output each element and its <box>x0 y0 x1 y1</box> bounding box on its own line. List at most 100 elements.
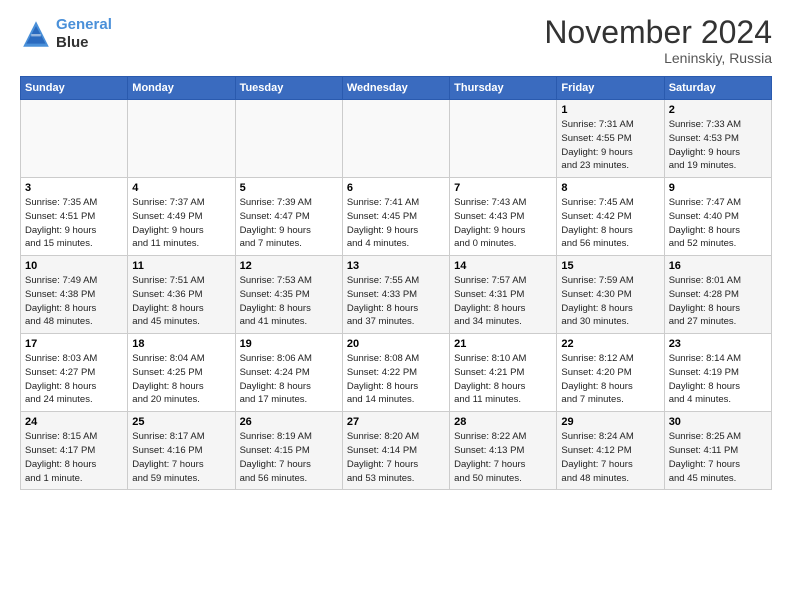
logo-text: General Blue <box>56 16 112 52</box>
day-number: 8 <box>561 182 659 194</box>
day-info: Sunrise: 7:39 AM Sunset: 4:47 PM Dayligh… <box>240 196 338 251</box>
calendar-week-5: 24 Sunrise: 8:15 AM Sunset: 4:17 PM Dayli… <box>21 412 772 490</box>
day-number: 2 <box>669 104 767 116</box>
calendar-cell: 7 Sunrise: 7:43 AM Sunset: 4:43 PM Daylig… <box>450 178 557 256</box>
calendar-header: SundayMondayTuesdayWednesdayThursdayFrid… <box>21 77 772 100</box>
day-number: 6 <box>347 182 445 194</box>
day-number: 21 <box>454 338 552 350</box>
day-info: Sunrise: 7:51 AM Sunset: 4:36 PM Dayligh… <box>132 274 230 329</box>
day-number: 4 <box>132 182 230 194</box>
calendar-cell <box>235 100 342 178</box>
calendar-week-3: 10 Sunrise: 7:49 AM Sunset: 4:38 PM Dayli… <box>21 256 772 334</box>
day-number: 16 <box>669 260 767 272</box>
day-number: 29 <box>561 416 659 428</box>
calendar-cell: 4 Sunrise: 7:37 AM Sunset: 4:49 PM Daylig… <box>128 178 235 256</box>
calendar-cell: 8 Sunrise: 7:45 AM Sunset: 4:42 PM Daylig… <box>557 178 664 256</box>
day-number: 18 <box>132 338 230 350</box>
day-number: 7 <box>454 182 552 194</box>
day-info: Sunrise: 8:25 AM Sunset: 4:11 PM Dayligh… <box>669 430 767 485</box>
day-info: Sunrise: 8:12 AM Sunset: 4:20 PM Dayligh… <box>561 352 659 407</box>
calendar-cell: 16 Sunrise: 8:01 AM Sunset: 4:28 PM Dayli… <box>664 256 771 334</box>
calendar-cell: 11Sunrise: 7:51 AM Sunset: 4:36 PM Dayli… <box>128 256 235 334</box>
calendar-cell <box>128 100 235 178</box>
calendar-cell: 12 Sunrise: 7:53 AM Sunset: 4:35 PM Dayli… <box>235 256 342 334</box>
calendar-cell: 14Sunrise: 7:57 AM Sunset: 4:31 PM Dayli… <box>450 256 557 334</box>
calendar-cell: 19 Sunrise: 8:06 AM Sunset: 4:24 PM Dayli… <box>235 334 342 412</box>
day-number: 26 <box>240 416 338 428</box>
day-number: 30 <box>669 416 767 428</box>
calendar-cell: 5Sunrise: 7:39 AM Sunset: 4:47 PM Daylig… <box>235 178 342 256</box>
calendar-week-2: 3 Sunrise: 7:35 AM Sunset: 4:51 PM Daylig… <box>21 178 772 256</box>
day-of-week-saturday: Saturday <box>664 77 771 100</box>
day-info: Sunrise: 8:17 AM Sunset: 4:16 PM Dayligh… <box>132 430 230 485</box>
calendar-cell: 18 Sunrise: 8:04 AM Sunset: 4:25 PM Dayli… <box>128 334 235 412</box>
calendar-cell: 26 Sunrise: 8:19 AM Sunset: 4:15 PM Dayli… <box>235 412 342 490</box>
day-of-week-tuesday: Tuesday <box>235 77 342 100</box>
day-number: 13 <box>347 260 445 272</box>
day-number: 15 <box>561 260 659 272</box>
calendar-cell: 13 Sunrise: 7:55 AM Sunset: 4:33 PM Dayli… <box>342 256 449 334</box>
calendar-table: SundayMondayTuesdayWednesdayThursdayFrid… <box>20 76 772 490</box>
day-of-week-sunday: Sunday <box>21 77 128 100</box>
day-info: Sunrise: 7:49 AM Sunset: 4:38 PM Dayligh… <box>25 274 123 329</box>
day-number: 10 <box>25 260 123 272</box>
calendar-cell: 28 Sunrise: 8:22 AM Sunset: 4:13 PM Dayli… <box>450 412 557 490</box>
logo-icon <box>20 18 52 50</box>
day-info: Sunrise: 8:14 AM Sunset: 4:19 PM Dayligh… <box>669 352 767 407</box>
day-info: Sunrise: 8:20 AM Sunset: 4:14 PM Dayligh… <box>347 430 445 485</box>
calendar-cell: 27Sunrise: 8:20 AM Sunset: 4:14 PM Dayli… <box>342 412 449 490</box>
day-info: Sunrise: 7:35 AM Sunset: 4:51 PM Dayligh… <box>25 196 123 251</box>
calendar-cell: 24 Sunrise: 8:15 AM Sunset: 4:17 PM Dayli… <box>21 412 128 490</box>
calendar-cell: 17Sunrise: 8:03 AM Sunset: 4:27 PM Dayli… <box>21 334 128 412</box>
day-info: Sunrise: 7:45 AM Sunset: 4:42 PM Dayligh… <box>561 196 659 251</box>
day-info: Sunrise: 7:37 AM Sunset: 4:49 PM Dayligh… <box>132 196 230 251</box>
calendar-cell: 30 Sunrise: 8:25 AM Sunset: 4:11 PM Dayli… <box>664 412 771 490</box>
calendar-cell <box>21 100 128 178</box>
day-number: 9 <box>669 182 767 194</box>
day-of-week-wednesday: Wednesday <box>342 77 449 100</box>
calendar-cell: 10 Sunrise: 7:49 AM Sunset: 4:38 PM Dayli… <box>21 256 128 334</box>
day-info: Sunrise: 7:57 AM Sunset: 4:31 PM Dayligh… <box>454 274 552 329</box>
day-info: Sunrise: 8:01 AM Sunset: 4:28 PM Dayligh… <box>669 274 767 329</box>
day-info: Sunrise: 7:55 AM Sunset: 4:33 PM Dayligh… <box>347 274 445 329</box>
location: Leninskiy, Russia <box>544 50 772 66</box>
calendar-body: 1 Sunrise: 7:31 AM Sunset: 4:55 PM Daylig… <box>21 100 772 490</box>
calendar-week-1: 1 Sunrise: 7:31 AM Sunset: 4:55 PM Daylig… <box>21 100 772 178</box>
day-info: Sunrise: 7:31 AM Sunset: 4:55 PM Dayligh… <box>561 118 659 173</box>
day-info: Sunrise: 7:53 AM Sunset: 4:35 PM Dayligh… <box>240 274 338 329</box>
day-number: 28 <box>454 416 552 428</box>
calendar-cell: 1 Sunrise: 7:31 AM Sunset: 4:55 PM Daylig… <box>557 100 664 178</box>
day-info: Sunrise: 7:33 AM Sunset: 4:53 PM Dayligh… <box>669 118 767 173</box>
day-number: 22 <box>561 338 659 350</box>
day-of-week-monday: Monday <box>128 77 235 100</box>
calendar-cell <box>342 100 449 178</box>
page-header: General Blue November 2024 Leninskiy, Ru… <box>20 16 772 66</box>
calendar-cell: 3 Sunrise: 7:35 AM Sunset: 4:51 PM Daylig… <box>21 178 128 256</box>
month-title: November 2024 <box>544 16 772 48</box>
day-info: Sunrise: 8:19 AM Sunset: 4:15 PM Dayligh… <box>240 430 338 485</box>
day-of-week-friday: Friday <box>557 77 664 100</box>
day-info: Sunrise: 7:41 AM Sunset: 4:45 PM Dayligh… <box>347 196 445 251</box>
day-number: 1 <box>561 104 659 116</box>
day-info: Sunrise: 8:22 AM Sunset: 4:13 PM Dayligh… <box>454 430 552 485</box>
day-number: 25 <box>132 416 230 428</box>
calendar-cell: 29 Sunrise: 8:24 AM Sunset: 4:12 PM Dayli… <box>557 412 664 490</box>
day-info: Sunrise: 7:43 AM Sunset: 4:43 PM Dayligh… <box>454 196 552 251</box>
calendar-cell: 23Sunrise: 8:14 AM Sunset: 4:19 PM Dayli… <box>664 334 771 412</box>
day-info: Sunrise: 8:24 AM Sunset: 4:12 PM Dayligh… <box>561 430 659 485</box>
logo-general: General <box>56 16 112 33</box>
day-info: Sunrise: 8:04 AM Sunset: 4:25 PM Dayligh… <box>132 352 230 407</box>
day-of-week-thursday: Thursday <box>450 77 557 100</box>
day-number: 19 <box>240 338 338 350</box>
day-info: Sunrise: 8:15 AM Sunset: 4:17 PM Dayligh… <box>25 430 123 485</box>
day-info: Sunrise: 8:06 AM Sunset: 4:24 PM Dayligh… <box>240 352 338 407</box>
calendar-cell: 20Sunrise: 8:08 AM Sunset: 4:22 PM Dayli… <box>342 334 449 412</box>
day-info: Sunrise: 7:47 AM Sunset: 4:40 PM Dayligh… <box>669 196 767 251</box>
calendar-cell: 2 Sunrise: 7:33 AM Sunset: 4:53 PM Daylig… <box>664 100 771 178</box>
day-info: Sunrise: 7:59 AM Sunset: 4:30 PM Dayligh… <box>561 274 659 329</box>
calendar-cell <box>450 100 557 178</box>
day-number: 24 <box>25 416 123 428</box>
day-number: 3 <box>25 182 123 194</box>
day-number: 12 <box>240 260 338 272</box>
day-info: Sunrise: 8:08 AM Sunset: 4:22 PM Dayligh… <box>347 352 445 407</box>
